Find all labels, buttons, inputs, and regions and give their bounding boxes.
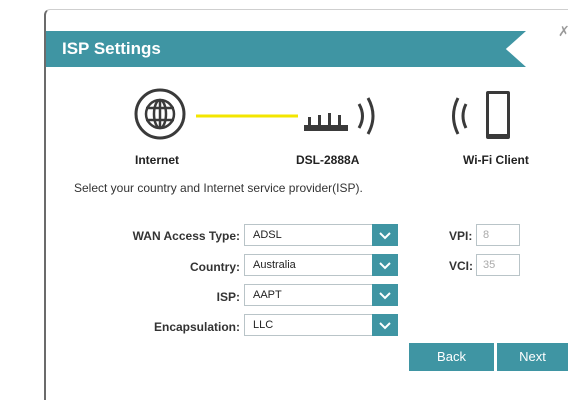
- router-icon: [304, 113, 348, 131]
- wifi-waves-icon: [357, 97, 375, 135]
- chevron-down-icon[interactable]: [372, 284, 398, 306]
- isp-select[interactable]: AAPT: [244, 284, 398, 306]
- vpi-value: 8: [483, 229, 490, 241]
- wifi-tablet-icon: [452, 91, 510, 139]
- wan-access-type-label: WAN Access Type:: [132, 229, 240, 243]
- back-button[interactable]: Back: [409, 343, 494, 371]
- chevron-down-icon[interactable]: [372, 254, 398, 276]
- vci-label: VCI:: [449, 259, 473, 273]
- vci-input[interactable]: 35: [476, 254, 520, 276]
- encapsulation-select[interactable]: LLC: [244, 314, 398, 336]
- chevron-down-icon[interactable]: [372, 224, 398, 246]
- wan-access-type-select[interactable]: ADSL: [244, 224, 398, 246]
- internet-label: Internet: [135, 153, 180, 167]
- country-label: Country:: [190, 260, 240, 274]
- vpi-input[interactable]: 8: [476, 224, 520, 246]
- isp-label: ISP:: [216, 290, 240, 304]
- instruction-text: Select your country and Internet service…: [74, 181, 363, 195]
- chevron-down-icon[interactable]: [372, 314, 398, 336]
- vci-value: 35: [483, 259, 496, 271]
- country-value: Australia: [253, 259, 296, 271]
- wan-access-type-value: ADSL: [253, 229, 282, 241]
- country-select[interactable]: Australia: [244, 254, 398, 276]
- encapsulation-value: LLC: [253, 319, 274, 331]
- router-label: DSL-2888A: [296, 153, 360, 167]
- connection-diagram: [134, 88, 510, 140]
- isp-value: AAPT: [253, 289, 282, 301]
- wifi-client-label: Wi-Fi Client: [463, 153, 529, 167]
- next-button[interactable]: Next: [497, 343, 568, 371]
- vpi-label: VPI:: [449, 229, 473, 243]
- globe-icon: [134, 88, 186, 140]
- encapsulation-label: Encapsulation:: [153, 320, 240, 334]
